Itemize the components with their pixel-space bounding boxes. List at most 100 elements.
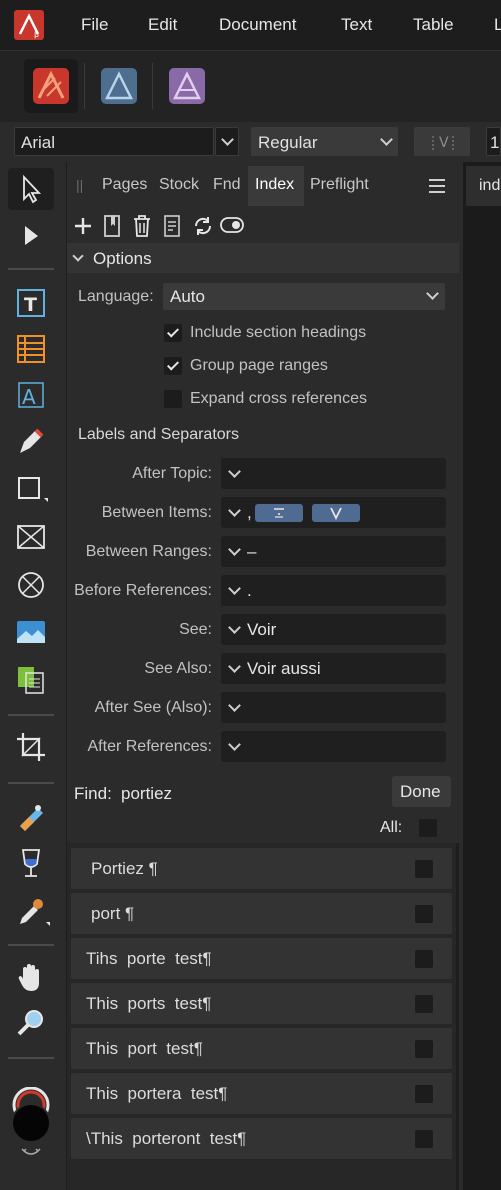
- pen-icon: [20, 428, 44, 453]
- fill-tool[interactable]: [8, 796, 54, 838]
- font-size-field[interactable]: 1: [486, 127, 501, 156]
- linked-resource-icon: [18, 667, 44, 694]
- color-swatches[interactable]: [10, 1086, 52, 1155]
- view-tool[interactable]: [8, 957, 54, 999]
- see-also-field[interactable]: Voir aussi: [221, 653, 446, 684]
- photo-persona-button[interactable]: [160, 59, 214, 113]
- done-button[interactable]: Done: [392, 776, 451, 807]
- result-checkbox[interactable]: [415, 1040, 433, 1058]
- expand-cross-references-checkbox[interactable]: [164, 390, 182, 408]
- wine-glass-icon: [21, 849, 41, 877]
- include-section-headings-checkbox[interactable]: [164, 324, 182, 342]
- document-tab[interactable]: ind: [466, 166, 501, 206]
- between-ranges-value: –: [247, 542, 257, 561]
- result-checkbox[interactable]: [415, 950, 433, 968]
- font-family-value: Arial: [21, 133, 56, 152]
- result-row[interactable]: port ¶: [71, 893, 452, 934]
- result-text: This port test¶: [86, 1039, 203, 1058]
- frame-text-tool[interactable]: T: [8, 282, 54, 324]
- menu-document[interactable]: Document: [219, 15, 296, 35]
- table-icon: [17, 335, 45, 363]
- group-page-ranges-checkbox[interactable]: [164, 357, 182, 375]
- font-style-field[interactable]: Regular: [251, 127, 398, 156]
- publisher-persona-button[interactable]: [24, 59, 78, 113]
- delete-trash-icon[interactable]: [132, 214, 152, 238]
- before-references-field[interactable]: .: [221, 575, 446, 606]
- font-family-field[interactable]: Arial: [14, 127, 214, 156]
- result-row[interactable]: Portiez ¶: [71, 848, 452, 889]
- svg-text:V: V: [439, 135, 449, 151]
- show-hide-eye-icon[interactable]: [220, 216, 244, 234]
- menu-bar: β File Edit Document Text Table L: [0, 0, 501, 50]
- app-logo-icon[interactable]: β: [14, 10, 44, 40]
- between-items-field[interactable]: ,: [221, 497, 446, 528]
- kerning-button[interactable]: V: [414, 127, 470, 156]
- result-checkbox[interactable]: [415, 995, 433, 1013]
- tools-divider: [8, 1057, 54, 1059]
- result-row[interactable]: \This porteront test¶: [71, 1118, 452, 1159]
- add-topic-icon[interactable]: [73, 216, 93, 236]
- panel-grip-icon[interactable]: ||: [76, 177, 83, 193]
- rectangle-tool[interactable]: [8, 468, 54, 510]
- chevron-down-icon: [228, 582, 241, 595]
- transparency-tool[interactable]: [8, 842, 54, 884]
- tab-find[interactable]: Fnd: [213, 176, 241, 194]
- zoom-tool[interactable]: [8, 1002, 54, 1044]
- menu-table[interactable]: Table: [413, 15, 454, 35]
- find-query-value[interactable]: portiez: [121, 784, 172, 804]
- between-ranges-field[interactable]: –: [221, 536, 446, 567]
- pointer-outline-icon: [23, 174, 42, 204]
- result-checkbox[interactable]: [415, 1130, 433, 1148]
- tab-index[interactable]: Index: [255, 176, 294, 194]
- results-scrollbar[interactable]: [456, 843, 459, 1190]
- select-all-checkbox[interactable]: [419, 819, 437, 837]
- tab-preflight[interactable]: Preflight: [310, 176, 369, 194]
- see-field[interactable]: Voir: [221, 614, 446, 645]
- tab-stock[interactable]: Stock: [159, 176, 199, 194]
- insert-index-icon[interactable]: [163, 214, 181, 238]
- result-row[interactable]: This port test¶: [71, 1028, 452, 1069]
- tab-pages[interactable]: Pages: [102, 176, 147, 194]
- menu-layer-partial[interactable]: L: [494, 15, 501, 35]
- find-label: Find:: [74, 784, 112, 803]
- menu-edit[interactable]: Edit: [148, 15, 177, 35]
- result-row[interactable]: This ports test¶: [71, 983, 452, 1024]
- result-checkbox[interactable]: [415, 1085, 433, 1103]
- document-area: [463, 162, 501, 1190]
- image-resource-tool[interactable]: [8, 658, 54, 700]
- fill-stroke-swatch-icon: [11, 1086, 51, 1155]
- options-section-header[interactable]: Options: [67, 243, 459, 273]
- place-image-tool[interactable]: [8, 611, 54, 653]
- see-also-value: Voir aussi: [247, 659, 321, 678]
- result-checkbox[interactable]: [415, 905, 433, 923]
- persona-divider: [84, 63, 85, 109]
- language-label: Language:: [78, 288, 154, 305]
- node-tool[interactable]: [8, 215, 54, 257]
- after-topic-field[interactable]: [221, 458, 446, 489]
- picture-frame-rectangle-tool[interactable]: [8, 516, 54, 558]
- move-tool[interactable]: [8, 168, 54, 210]
- panel-menu-icon[interactable]: [428, 178, 446, 194]
- table-tool[interactable]: [8, 328, 54, 370]
- artistic-text-tool[interactable]: A: [8, 374, 54, 416]
- designer-persona-button[interactable]: [92, 59, 146, 113]
- color-picker-tool[interactable]: [8, 890, 54, 932]
- after-see-also-field[interactable]: [221, 692, 446, 723]
- result-row[interactable]: This portera test¶: [71, 1073, 452, 1114]
- menu-file[interactable]: File: [81, 15, 108, 35]
- refresh-icon[interactable]: [192, 215, 214, 237]
- pen-tool[interactable]: [8, 420, 54, 462]
- expand-cross-references-label: Expand cross references: [190, 390, 367, 407]
- language-select[interactable]: Auto: [163, 283, 445, 310]
- chevron-down-icon: [228, 660, 241, 673]
- result-row[interactable]: Tihs porte test¶: [71, 938, 452, 979]
- after-references-label: After References:: [87, 738, 213, 755]
- insert-mark-icon[interactable]: [103, 214, 121, 238]
- crop-tool[interactable]: [8, 726, 54, 768]
- font-family-dropdown-button[interactable]: [215, 127, 239, 156]
- result-checkbox[interactable]: [415, 860, 433, 878]
- persona-divider: [152, 63, 153, 109]
- after-references-field[interactable]: [221, 731, 446, 762]
- picture-frame-ellipse-tool[interactable]: [8, 564, 54, 606]
- menu-text[interactable]: Text: [341, 15, 372, 35]
